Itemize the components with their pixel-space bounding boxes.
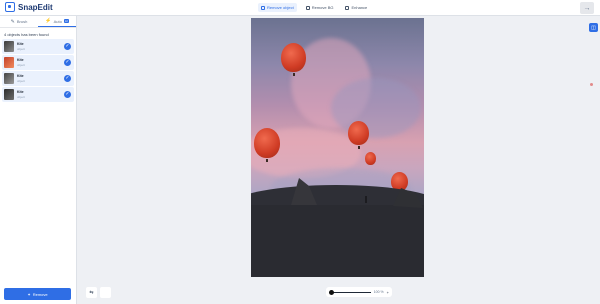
detected-count-text: 4 objects has been found <box>4 32 49 37</box>
side-action-button[interactable]: ◫ <box>589 23 598 32</box>
object-name: Kite <box>17 42 24 46</box>
eraser-icon <box>261 5 265 10</box>
tab-remove-object[interactable]: Remove object <box>258 3 297 12</box>
remove-button-label: Remove <box>32 291 48 297</box>
magic-wand-icon: ✦ <box>27 291 31 297</box>
object-name: Kite <box>17 90 24 94</box>
ai-badge: AI <box>63 19 69 23</box>
rock-silhouettes <box>291 178 423 208</box>
object-item[interactable]: Kite object ✓ <box>2 55 74 70</box>
rock-shape <box>393 188 423 208</box>
object-subtitle: object <box>17 63 26 67</box>
zoom-value: 100 % <box>373 290 384 294</box>
remove-button[interactable]: ✦ Remove <box>4 288 71 300</box>
zoom-slider[interactable] <box>329 289 371 295</box>
zoom-slider-handle[interactable] <box>329 289 334 295</box>
object-subtitle: object <box>17 95 26 99</box>
checkmark-icon[interactable]: ✓ <box>64 59 71 66</box>
tab-label: Remove BG <box>311 5 334 10</box>
top-bar: SnapEdit Remove object Remove BG Enhance… <box>0 0 600 16</box>
object-name: Kite <box>17 74 24 78</box>
layers-icon: ◫ <box>591 24 596 31</box>
checkmark-icon[interactable]: ✓ <box>64 91 71 98</box>
rock-shape <box>291 178 317 205</box>
person-silhouette <box>365 196 367 203</box>
object-item[interactable]: Kite object ✓ <box>2 71 74 86</box>
object-item[interactable]: Kite object ✓ <box>2 87 74 102</box>
bottom-tools: ⇆ <box>86 287 111 298</box>
tool-panel: ✎ Brush ⚡ Auto AI 4 objects has been fou… <box>0 16 77 304</box>
zoom-control: 100 % + <box>326 287 392 297</box>
tab-auto[interactable]: ⚡ Auto AI <box>38 16 76 27</box>
tab-label: Auto <box>53 18 62 24</box>
app-logo[interactable]: SnapEdit <box>5 2 53 12</box>
checkmark-icon[interactable]: ✓ <box>64 75 71 82</box>
tab-label: Brush <box>16 19 28 24</box>
compare-button[interactable]: ⇆ <box>86 287 97 298</box>
app-name: SnapEdit <box>18 2 53 12</box>
checkmark-icon[interactable]: ✓ <box>64 43 71 50</box>
download-button[interactable]: → <box>580 2 594 14</box>
tab-enhance[interactable]: Enhance <box>342 3 370 12</box>
tab-label: Enhance <box>351 5 368 10</box>
object-subtitle: object <box>17 79 26 83</box>
sparkle-icon <box>345 5 350 10</box>
tab-label: Remove object <box>267 5 294 10</box>
auto-icon: ⚡ <box>45 18 52 24</box>
image-canvas[interactable] <box>251 18 424 277</box>
object-item[interactable]: Kite object ✓ <box>2 39 74 54</box>
panel-tabs: ✎ Brush ⚡ Auto AI <box>0 16 76 28</box>
object-thumbnail <box>4 89 14 100</box>
reset-button[interactable] <box>100 287 111 298</box>
zoom-in-icon[interactable]: + <box>387 290 389 295</box>
brush-icon: ✎ <box>10 18 15 25</box>
object-thumbnail <box>4 73 14 84</box>
tab-brush[interactable]: ✎ Brush <box>0 16 38 27</box>
object-subtitle: object <box>17 47 26 51</box>
indicator-dot <box>590 83 593 86</box>
top-tabs: Remove object Remove BG Enhance <box>258 3 370 12</box>
arrow-right-icon: → <box>583 4 591 12</box>
object-name: Kite <box>17 58 24 62</box>
tab-remove-bg[interactable]: Remove BG <box>303 3 337 12</box>
image-icon <box>305 5 310 10</box>
snapedit-logo-icon <box>5 2 15 12</box>
compare-icon: ⇆ <box>89 289 94 296</box>
object-thumbnail <box>4 41 14 52</box>
object-thumbnail <box>4 57 14 68</box>
